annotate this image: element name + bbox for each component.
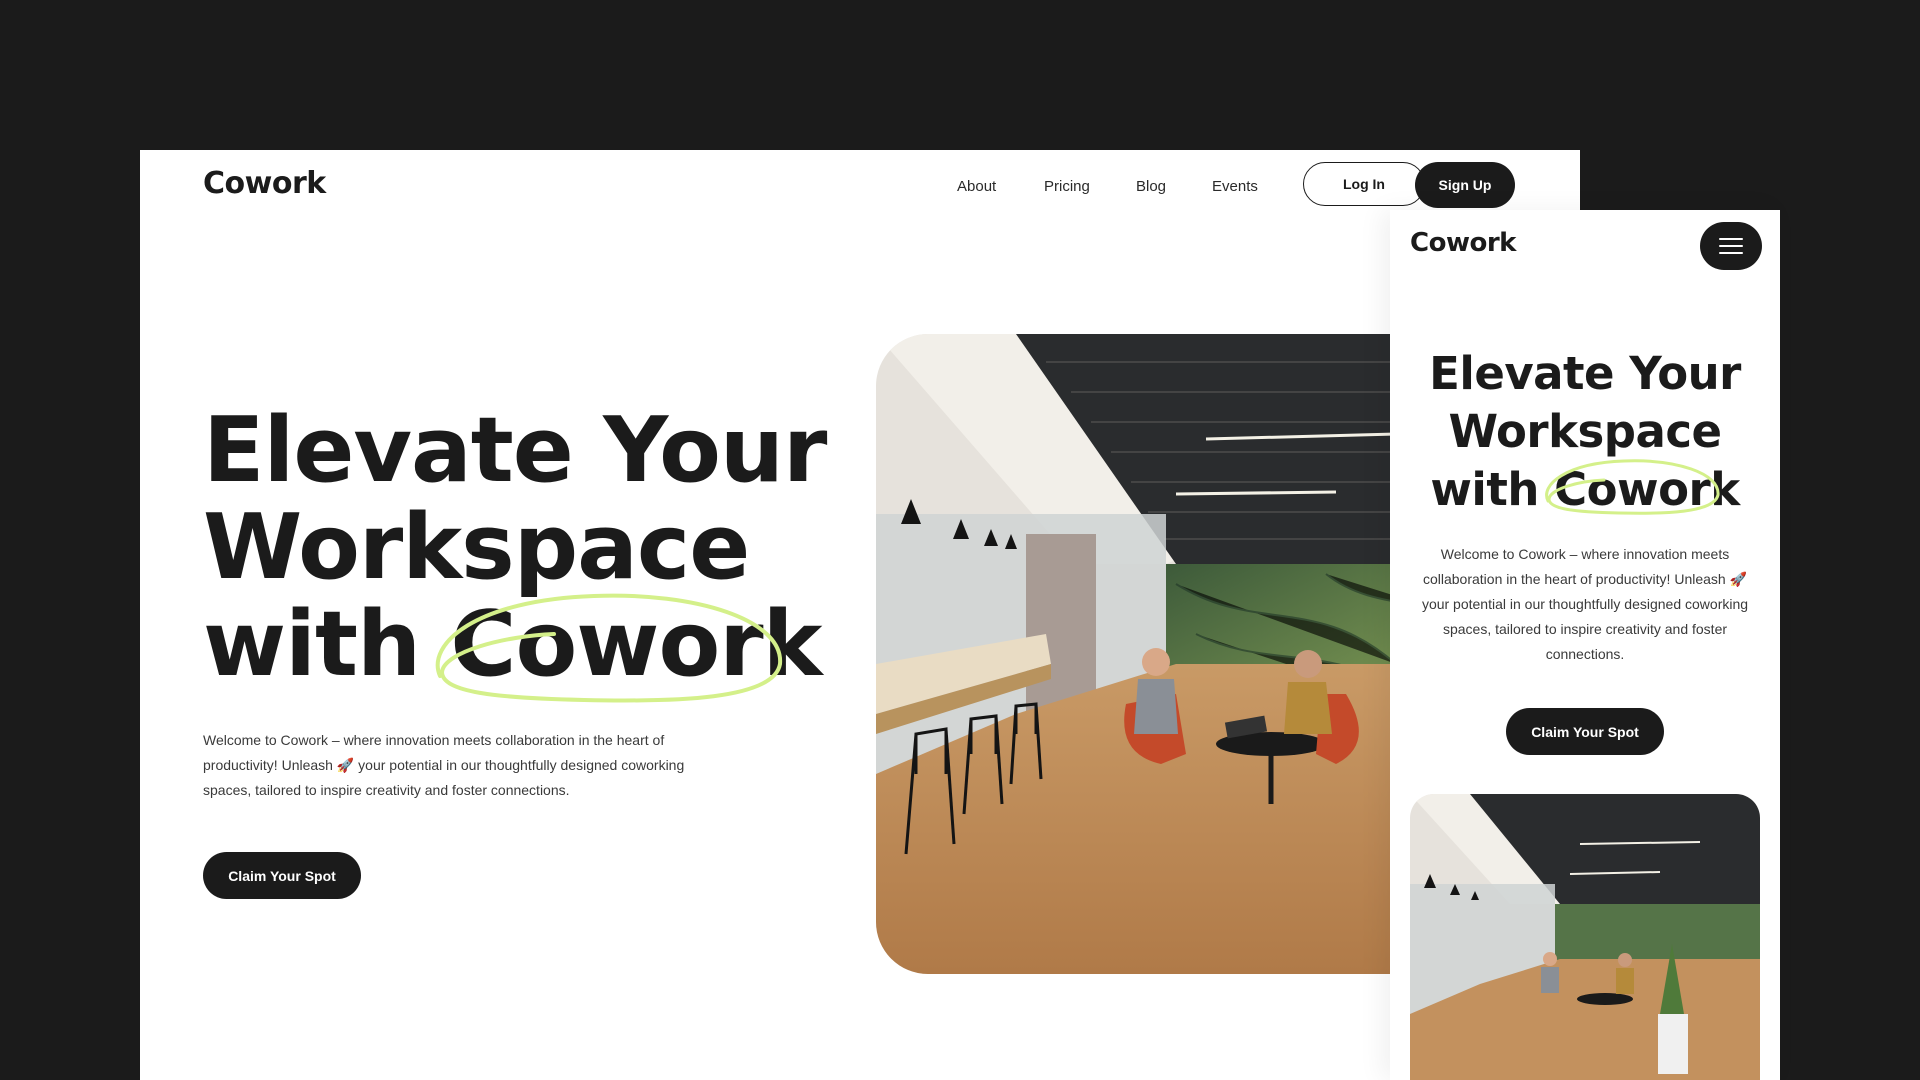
- mobile-hero-title-line-1: Elevate Your: [1429, 347, 1741, 400]
- mobile-mockup: Cowork Elevate Your Workspace with Cowor…: [1390, 210, 1780, 1080]
- hero-title-highlight-word: Cowork: [450, 592, 822, 697]
- nav-link-about[interactable]: About: [957, 178, 996, 195]
- mobile-hero-description: Welcome to Cowork – where innovation mee…: [1421, 546, 1749, 662]
- nav-link-blog[interactable]: Blog: [1136, 178, 1166, 195]
- menu-bar: [1719, 238, 1743, 240]
- hero-description: Welcome to Cowork – where innovation mee…: [203, 732, 685, 798]
- menu-bar: [1719, 245, 1743, 247]
- desktop-mockup: Cowork About Pricing Blog Events Log In …: [140, 150, 1580, 1080]
- brand-logo[interactable]: Cowork: [203, 166, 326, 201]
- nav-link-events[interactable]: Events: [1212, 178, 1258, 195]
- hero-title-line-2: Workspace: [203, 495, 750, 600]
- hero-title-highlight: Cowork: [436, 593, 823, 703]
- hamburger-menu-icon[interactable]: [1700, 222, 1762, 270]
- login-button[interactable]: Log In: [1303, 162, 1425, 206]
- hero-title-with: with: [203, 592, 451, 697]
- mobile-coworking-photo-illustration: [1410, 794, 1760, 1080]
- claim-spot-button[interactable]: Claim Your Spot: [203, 852, 361, 899]
- mobile-coworking-space-photo: [1410, 794, 1760, 1080]
- menu-bar: [1719, 252, 1743, 254]
- signup-button[interactable]: Sign Up: [1415, 162, 1515, 208]
- mobile-claim-spot-button[interactable]: Claim Your Spot: [1506, 708, 1664, 755]
- hero-title-line-1: Elevate Your: [203, 398, 827, 503]
- mobile-hero-title-highlight: Cowork: [1545, 459, 1740, 519]
- mobile-hero-title: Elevate Your Workspace with Cowork: [1390, 345, 1780, 519]
- mobile-hero-title-highlight-word: Cowork: [1554, 463, 1740, 516]
- mobile-brand-logo[interactable]: Cowork: [1410, 228, 1516, 258]
- nav-link-pricing[interactable]: Pricing: [1044, 178, 1090, 195]
- mobile-hero-title-line-2: Workspace: [1448, 405, 1722, 458]
- mobile-hero-title-with: with: [1430, 463, 1555, 516]
- hero-title-line-3: with Cowork: [203, 593, 826, 703]
- mobile-hero-title-line-3: with Cowork: [1390, 459, 1780, 519]
- hero-title: Elevate Your Workspace with Cowork: [203, 398, 827, 703]
